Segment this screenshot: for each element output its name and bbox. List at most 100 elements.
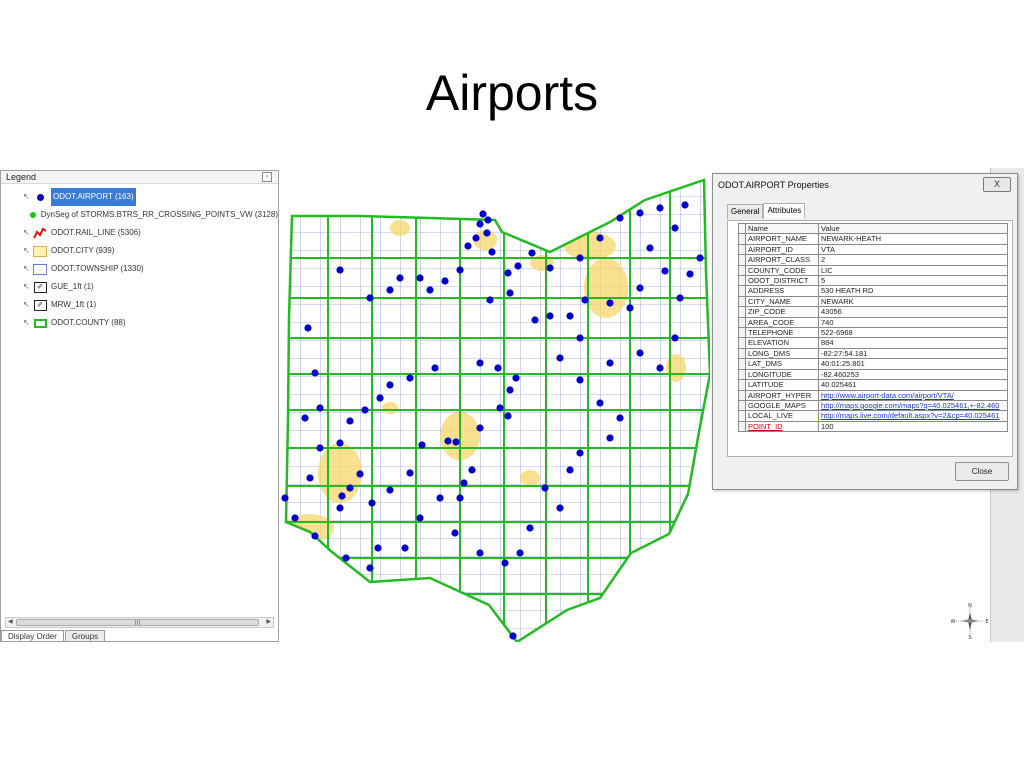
legend-item-mrw[interactable]: ↖ ✐ MRW_1ft (1) [1, 296, 278, 314]
airport-point[interactable] [576, 376, 584, 384]
airport-point[interactable] [291, 514, 299, 522]
legend-item-city[interactable]: ↖ ODOT.CITY (939) [1, 242, 278, 260]
airport-point[interactable] [406, 374, 414, 382]
airport-point[interactable] [401, 544, 409, 552]
airport-point[interactable] [361, 406, 369, 414]
airport-point[interactable] [374, 544, 382, 552]
airport-point[interactable] [468, 466, 476, 474]
airport-point[interactable] [656, 204, 664, 212]
airport-point[interactable] [376, 394, 384, 402]
legend-item-county[interactable]: ↖ ODOT.COUNTY (88) [1, 314, 278, 332]
table-row[interactable]: LATITUDE 40.025461 [738, 379, 1008, 391]
close-icon[interactable]: X [983, 177, 1011, 192]
table-row[interactable]: CITY_NAME NEWARK [738, 295, 1008, 308]
table-row[interactable]: GOOGLE_MAPS http://maps.google.com/maps?q… [738, 399, 1008, 412]
airport-point[interactable] [546, 312, 554, 320]
airport-point[interactable] [483, 229, 491, 237]
table-row[interactable]: ADDRESS 530 HEATH RD [738, 285, 1008, 297]
airport-point[interactable] [431, 364, 439, 372]
pin-icon[interactable]: ▫ [262, 172, 272, 182]
attribute-link[interactable]: http://maps.live.com/default.aspx?v=2&cp… [821, 412, 999, 420]
airport-point[interactable] [366, 564, 374, 572]
airport-point[interactable] [596, 399, 604, 407]
airport-point[interactable] [566, 312, 574, 320]
airport-point[interactable] [356, 470, 364, 478]
airport-point[interactable] [504, 412, 512, 420]
airport-point[interactable] [479, 210, 487, 218]
airport-point[interactable] [576, 449, 584, 457]
attribute-value[interactable]: http://maps.google.com/maps?q=40.025461,… [818, 399, 1008, 412]
table-row[interactable]: AIRPORT_HYPER http://www.airport-data.com… [738, 389, 1008, 401]
airport-point[interactable] [311, 369, 319, 377]
table-row[interactable]: ZIP_CODE 43056 [738, 306, 1008, 318]
airport-point[interactable] [509, 632, 517, 640]
airport-point[interactable] [488, 248, 496, 256]
airport-point[interactable] [452, 438, 460, 446]
attribute-link[interactable]: http://www.airport-data.com/airport/VTA/ [821, 391, 954, 399]
tab-general[interactable]: General [727, 204, 764, 219]
table-row[interactable]: LOCAL_LIVE http://maps.live.com/default.a… [738, 410, 1008, 422]
table-row[interactable]: ODOT_DISTRICT 5 [738, 275, 1008, 287]
airport-point[interactable] [504, 269, 512, 277]
airport-point[interactable] [676, 294, 684, 302]
airport-point[interactable] [616, 214, 624, 222]
attribute-value[interactable]: http://www.airport-data.com/airport/VTA/ [818, 389, 1008, 401]
airport-point[interactable] [464, 242, 472, 250]
table-row[interactable]: AIRPORT_CLASS 2 [738, 254, 1008, 266]
legend-item-township[interactable]: ↖ ODOT.TOWNSHIP (1330) [1, 260, 278, 278]
airport-point[interactable] [494, 364, 502, 372]
airport-point[interactable] [476, 220, 484, 228]
airport-point[interactable] [526, 524, 534, 532]
airport-point[interactable] [476, 424, 484, 432]
airport-point[interactable] [696, 254, 704, 262]
airport-point[interactable] [636, 209, 644, 217]
airport-point[interactable] [346, 417, 354, 425]
airport-point[interactable] [661, 267, 669, 275]
legend-item-gue[interactable]: ↖ ✐ GUE_1ft (1) [1, 278, 278, 296]
airport-point[interactable] [476, 359, 484, 367]
airport-point[interactable] [386, 381, 394, 389]
table-row[interactable]: LONGITUDE -82.460253 [738, 368, 1008, 381]
airport-point[interactable] [456, 494, 464, 502]
airport-point[interactable] [396, 274, 404, 282]
airport-point[interactable] [616, 414, 624, 422]
airport-point[interactable] [636, 284, 644, 292]
airport-point[interactable] [556, 504, 564, 512]
airport-point[interactable] [514, 262, 522, 270]
airport-point[interactable] [581, 296, 589, 304]
table-row[interactable]: AIRPORT_NAME NEWARK-HEATH [738, 233, 1008, 245]
airport-point[interactable] [472, 234, 480, 242]
airport-point[interactable] [336, 504, 344, 512]
airport-point[interactable] [306, 474, 314, 482]
airport-point[interactable] [416, 274, 424, 282]
airport-point[interactable] [606, 359, 614, 367]
airport-point[interactable] [501, 559, 509, 567]
airport-point[interactable] [338, 492, 346, 500]
airport-point[interactable] [606, 434, 614, 442]
legend-item-rail-line[interactable]: ↖ ODOT.RAIL_LINE (5306) [1, 224, 278, 242]
airport-point[interactable] [386, 286, 394, 294]
airport-point[interactable] [671, 224, 679, 232]
airport-point[interactable] [336, 439, 344, 447]
airport-point[interactable] [686, 270, 694, 278]
airport-point[interactable] [444, 437, 452, 445]
table-row[interactable]: ELEVATION 884 [738, 337, 1008, 349]
attribute-value[interactable]: http://maps.live.com/default.aspx?v=2&cp… [818, 410, 1008, 422]
close-button[interactable]: Close [955, 462, 1009, 481]
airport-point[interactable] [406, 469, 414, 477]
scroll-left-icon[interactable]: ◀ [8, 618, 13, 627]
airport-point[interactable] [576, 254, 584, 262]
airport-point[interactable] [418, 441, 426, 449]
airport-point[interactable] [436, 494, 444, 502]
table-row[interactable]: LONG_DMS -82:27:54.181 [738, 347, 1008, 360]
airport-point[interactable] [441, 277, 449, 285]
airport-point[interactable] [656, 364, 664, 372]
airport-point[interactable] [671, 334, 679, 342]
airport-point[interactable] [346, 484, 354, 492]
airport-point[interactable] [681, 201, 689, 209]
table-row[interactable]: AIRPORT_ID VTA [738, 243, 1008, 256]
legend-item-airport[interactable]: ↖ ODOT.AIRPORT (163) [1, 188, 278, 206]
legend-horizontal-scrollbar[interactable]: ◀ III ▶ [5, 617, 274, 628]
airport-point[interactable] [626, 304, 634, 312]
legend-item-rr-crossing[interactable]: DynSeg of STORMS.BTRS_RR_CROSSING_POINTS… [1, 206, 278, 224]
